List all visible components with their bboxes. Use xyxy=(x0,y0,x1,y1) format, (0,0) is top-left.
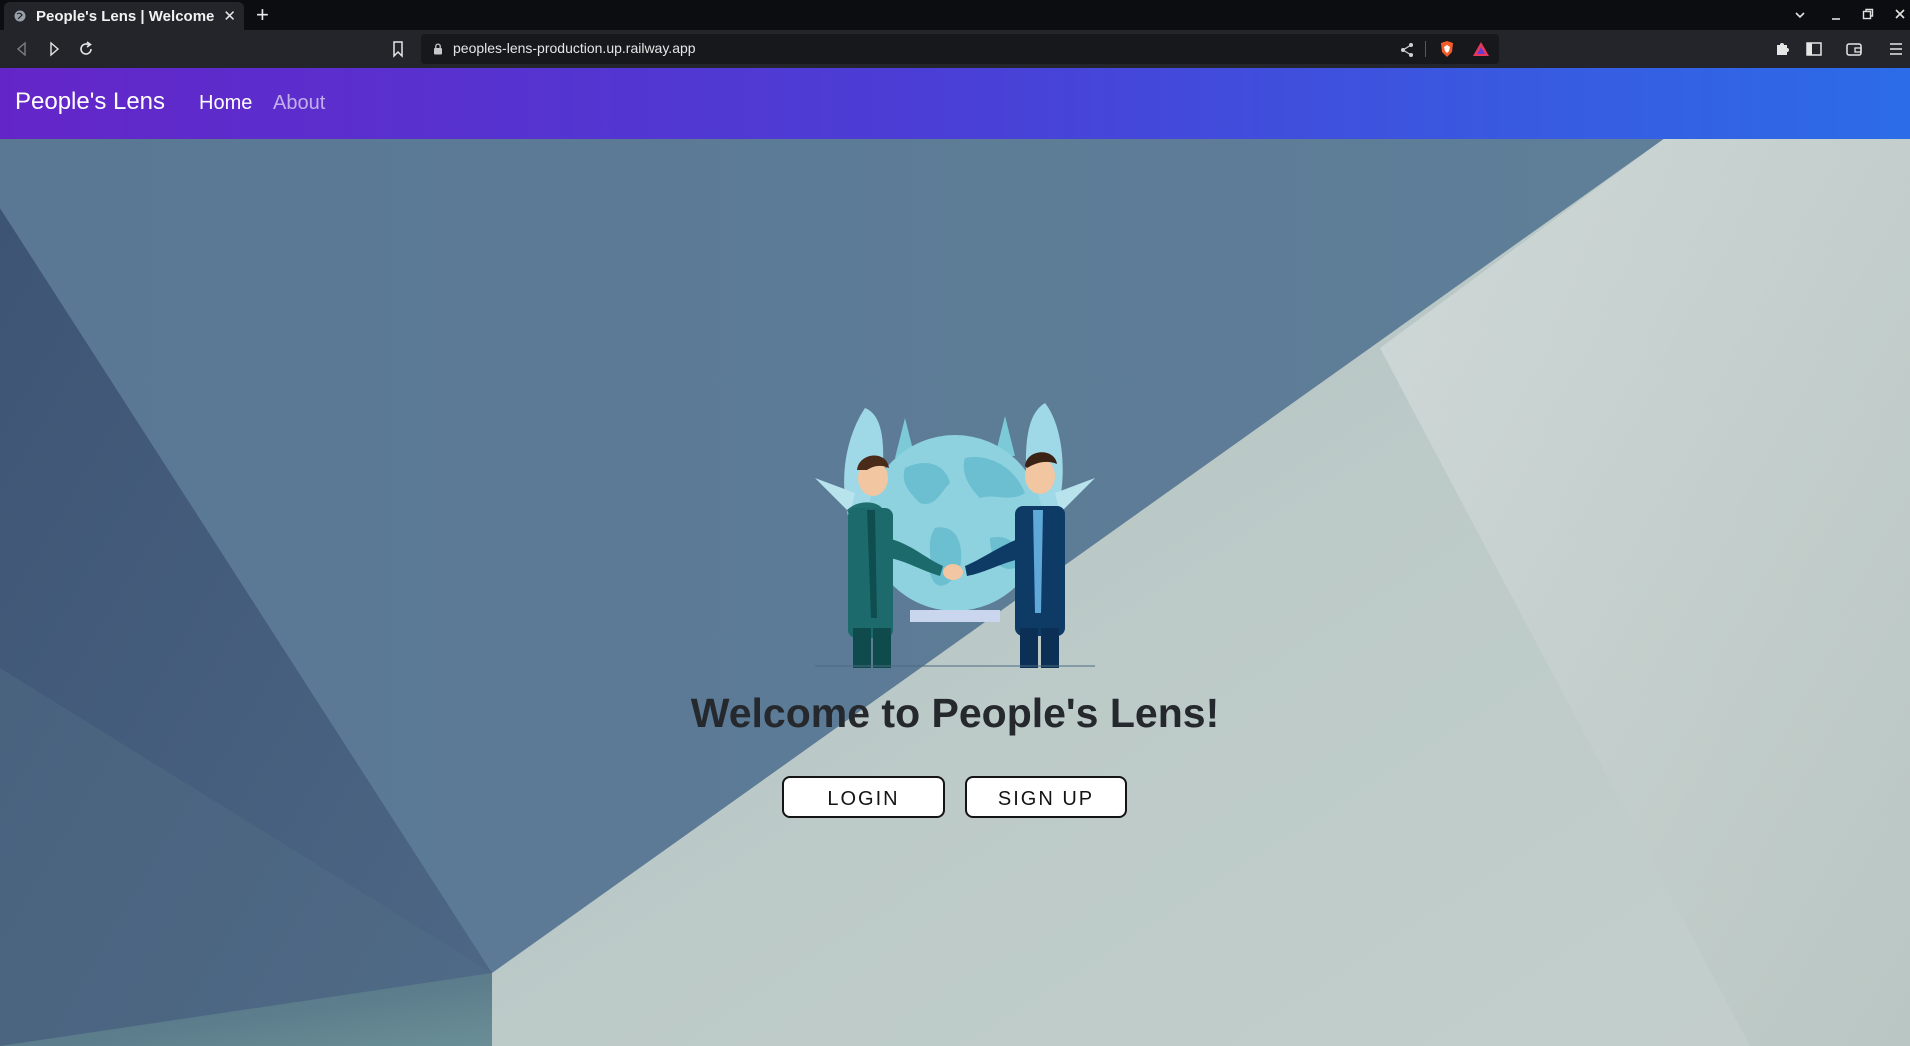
new-tab-button[interactable]: + xyxy=(256,2,269,28)
share-icon[interactable] xyxy=(1397,40,1417,60)
brave-shields-icon[interactable] xyxy=(1437,39,1457,59)
lock-icon xyxy=(434,43,442,55)
nav-link-home[interactable]: Home xyxy=(199,92,252,115)
site-brand[interactable]: People's Lens xyxy=(15,88,165,116)
close-tab-icon[interactable]: ✕ xyxy=(223,7,236,25)
address-bar[interactable]: peoples-lens-production.up.railway.app xyxy=(421,34,1499,64)
forward-icon[interactable] xyxy=(44,39,64,59)
page-title: Welcome to People's Lens! xyxy=(690,690,1220,736)
sidebar-icon[interactable] xyxy=(1804,39,1824,59)
restore-icon[interactable] xyxy=(1862,8,1874,20)
site-navbar: People's Lens Home About xyxy=(0,68,1910,139)
page-viewport: People's Lens Home About Welcome to Peop… xyxy=(0,68,1910,1046)
tab-search-icon[interactable] xyxy=(1794,9,1806,21)
browser-toolbar: peoples-lens-production.up.railway.app xyxy=(0,30,1910,68)
brave-rewards-icon[interactable] xyxy=(1471,39,1491,59)
tab-title: People's Lens | Welcome xyxy=(36,8,215,25)
url-divider xyxy=(1425,41,1426,57)
reload-icon[interactable] xyxy=(76,39,96,59)
bookmark-icon[interactable] xyxy=(388,39,408,59)
browser-tab[interactable]: People's Lens | Welcome ✕ xyxy=(4,2,244,30)
wallet-icon[interactable] xyxy=(1844,39,1864,59)
browser-tab-strip: People's Lens | Welcome ✕ + xyxy=(0,0,1910,30)
nav-link-about[interactable]: About xyxy=(273,92,325,115)
menu-icon[interactable] xyxy=(1886,39,1906,59)
back-icon[interactable] xyxy=(12,39,32,59)
globe-stand xyxy=(910,610,1000,622)
login-button[interactable]: LOGIN xyxy=(782,776,945,818)
close-window-icon[interactable] xyxy=(1894,8,1906,20)
globe-icon xyxy=(14,10,26,22)
minimize-icon[interactable] xyxy=(1830,9,1842,21)
signup-button[interactable]: SIGN UP xyxy=(965,776,1127,818)
extensions-icon[interactable] xyxy=(1772,39,1792,59)
url-text: peoples-lens-production.up.railway.app xyxy=(453,40,696,56)
handshake-globe-illustration xyxy=(815,403,1095,668)
handshake xyxy=(943,564,963,580)
